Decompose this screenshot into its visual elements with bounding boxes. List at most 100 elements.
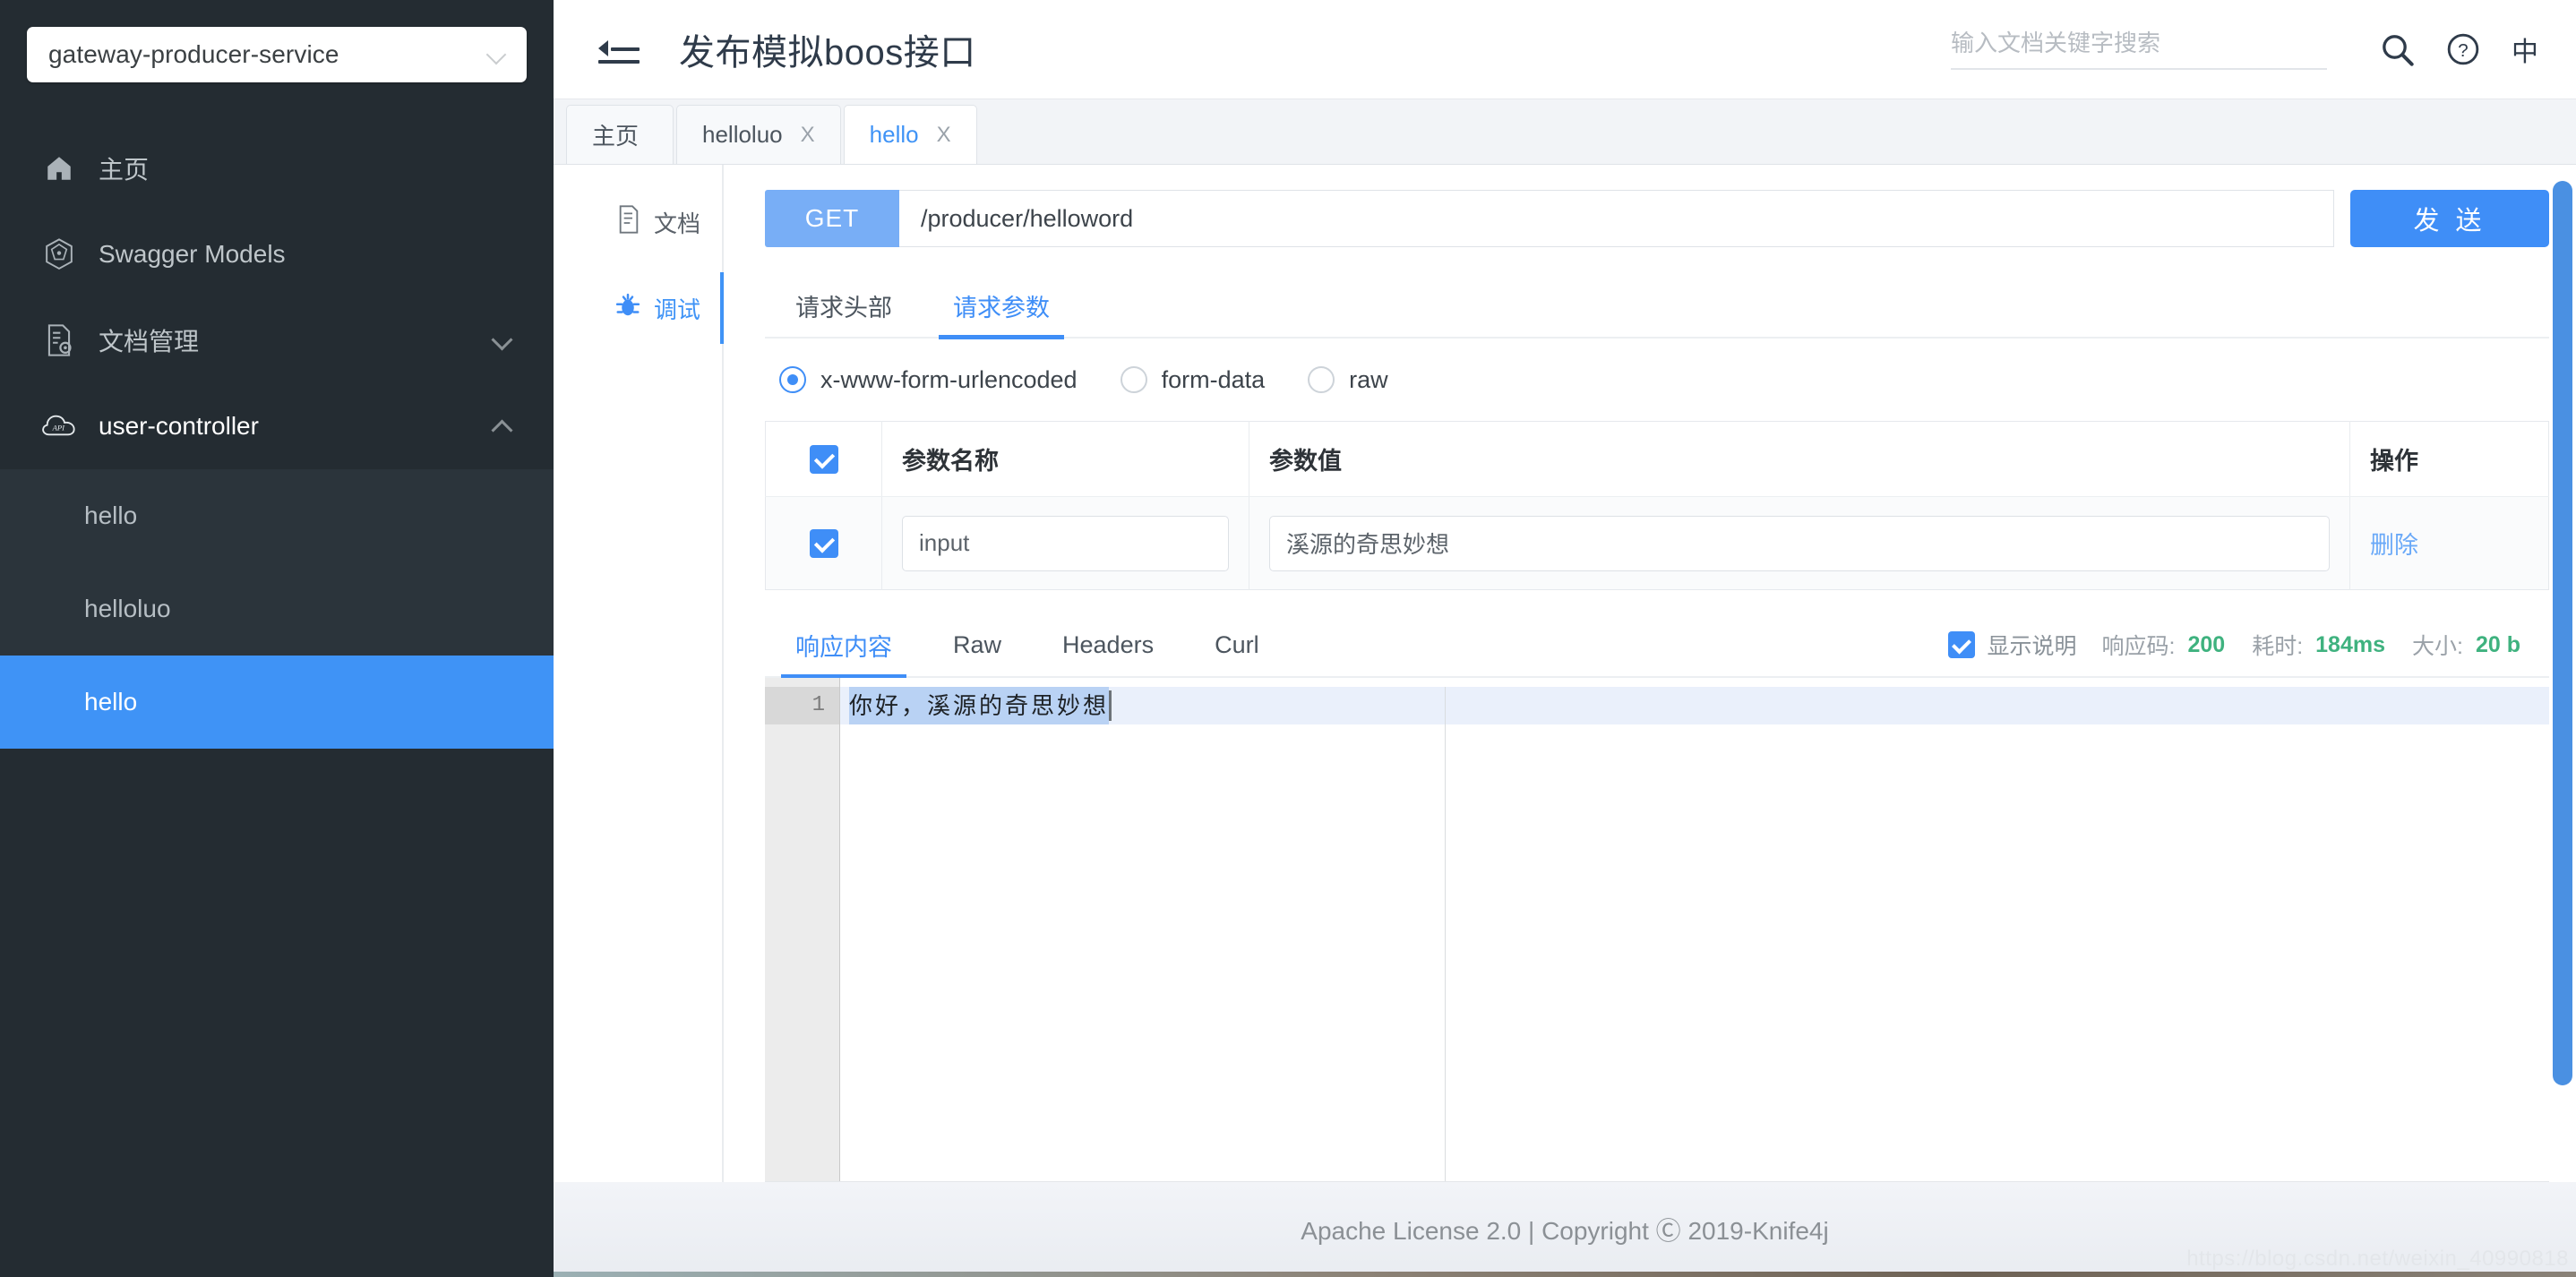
response-size-label: 大小: — [2412, 634, 2463, 659]
sidebar-subnav: hello helloluo hello — [0, 469, 554, 749]
mode-sidebar: 文档 调试 — [554, 165, 724, 1182]
chevron-down-icon — [491, 329, 514, 352]
select-all-checkbox[interactable] — [809, 444, 838, 474]
header-actions: ? 中 — [1951, 21, 2544, 78]
app-root: gateway-producer-service 主页 Swagger Mode… — [0, 0, 2576, 1277]
editor-gutter: 1 — [765, 678, 840, 1181]
tab-label: Curl — [1215, 630, 1259, 658]
show-description-label: 显示说明 — [1987, 634, 2077, 659]
param-value-input[interactable] — [1269, 515, 2330, 571]
sidebar-item-doc-manage[interactable]: 文档管理 — [0, 297, 554, 383]
sidebar-item-doc-manage-label: 文档管理 — [99, 328, 200, 356]
sidebar-subitem-label: helloluo — [84, 595, 171, 622]
tab-label: 响应内容 — [795, 633, 892, 661]
page-scrollbar[interactable] — [2553, 181, 2572, 1171]
sidebar-subitem-hello-2[interactable]: hello — [0, 656, 554, 749]
response-status-bar: 显示说明 响应码: 200 耗时: 184ms 大小: 20 b — [1947, 629, 2549, 661]
delete-param-button[interactable]: 删除 — [2370, 532, 2418, 559]
document-settings-icon — [41, 322, 77, 358]
elapsed-time-label: 耗时: — [2252, 634, 2304, 659]
param-value-cell — [1249, 496, 2350, 590]
tab-label: Headers — [1062, 630, 1155, 658]
tab-label: hello — [869, 121, 919, 148]
document-icon — [616, 204, 641, 240]
tab-response-raw[interactable]: Raw — [923, 613, 1032, 677]
radio-dot-icon — [1120, 366, 1147, 393]
sidebar-subitem-hello-1[interactable]: hello — [0, 469, 554, 562]
footer-text: Apache License 2.0 | Copyright Ⓒ 2019-Kn… — [1301, 1217, 1829, 1245]
line-number: 1 — [765, 687, 839, 724]
chevron-down-icon — [487, 44, 509, 65]
param-name-input[interactable] — [902, 515, 1229, 571]
mode-item-document[interactable]: 文档 — [554, 179, 722, 265]
close-icon[interactable]: X — [937, 124, 951, 146]
editor-code-area[interactable]: 你好，溪源的奇思妙想 — [840, 678, 2549, 1181]
mode-item-debug[interactable]: 调试 — [554, 265, 724, 351]
request-url-input[interactable] — [899, 190, 2334, 247]
send-button[interactable]: 发 送 — [2350, 190, 2549, 247]
tab-label: 请求头部 — [795, 294, 892, 321]
swagger-models-icon — [41, 236, 77, 272]
debug-panel: GET 发 送 请求头部 请求参数 x — [724, 165, 2576, 1182]
radio-raw[interactable]: raw — [1308, 366, 1388, 394]
elapsed-time-value: 184ms — [2315, 631, 2386, 657]
sidebar-subitem-label: hello — [84, 501, 138, 529]
chevron-up-icon — [491, 415, 514, 438]
close-icon[interactable]: X — [801, 124, 815, 146]
column-header-value: 参数值 — [1249, 421, 2350, 497]
tab-request-params[interactable]: 请求参数 — [923, 273, 1080, 339]
sidebar-item-home[interactable]: 主页 — [0, 125, 554, 211]
search-icon[interactable] — [2368, 21, 2426, 78]
left-sidebar: gateway-producer-service 主页 Swagger Mode… — [0, 0, 554, 1277]
svg-text:API: API — [52, 423, 66, 432]
tab-helloluo[interactable]: helloluo X — [676, 105, 841, 164]
radio-form-data[interactable]: form-data — [1120, 366, 1265, 394]
service-selector[interactable]: gateway-producer-service — [27, 27, 527, 82]
radio-x-www-form-urlencoded[interactable]: x-www-form-urlencoded — [779, 366, 1078, 394]
language-toggle[interactable]: 中 — [2512, 30, 2538, 69]
window-bottom-edge — [554, 1272, 2576, 1277]
status-code-label: 响应码: — [2101, 634, 2176, 659]
param-name-cell — [881, 496, 1249, 590]
tab-request-headers[interactable]: 请求头部 — [765, 273, 923, 338]
response-body-text: 你好，溪源的奇思妙想 — [849, 687, 1110, 724]
collapse-menu-icon[interactable] — [598, 31, 640, 67]
table-header-row: 参数名称 参数值 操作 — [765, 421, 2549, 497]
scrollbar-thumb[interactable] — [2553, 181, 2572, 1085]
api-cloud-icon: API — [41, 408, 77, 444]
request-url-row: GET 发 送 — [765, 190, 2549, 247]
sidebar-item-swagger-models[interactable]: Swagger Models — [0, 211, 554, 297]
param-action-cell: 删除 — [2349, 496, 2549, 590]
search-input[interactable] — [1951, 29, 2327, 57]
sidebar-item-user-controller-label: user-controller — [99, 412, 259, 440]
table-row: 删除 — [765, 496, 2549, 590]
code-line: 你好，溪源的奇思妙想 — [840, 687, 2549, 724]
tab-label: 主页 — [592, 123, 640, 150]
response-editor[interactable]: 1 你好，溪源的奇思妙想 — [765, 678, 2549, 1182]
tab-strip: 主页 helloluo X hello X — [554, 99, 2576, 165]
sidebar-nav: 主页 Swagger Models 文档管理 API user-controll… — [0, 125, 554, 749]
sidebar-subitem-helloluo[interactable]: helloluo — [0, 562, 554, 656]
mode-item-label: 调试 — [653, 296, 700, 323]
tab-response-headers[interactable]: Headers — [1032, 613, 1184, 677]
radio-label: x-www-form-urlencoded — [820, 365, 1078, 393]
sidebar-item-user-controller[interactable]: API user-controller — [0, 383, 554, 469]
tab-home[interactable]: 主页 — [566, 105, 674, 164]
tab-response-curl[interactable]: Curl — [1184, 613, 1290, 677]
question-circle-icon[interactable]: ? — [2434, 21, 2492, 78]
response-size-value: 20 b — [2475, 631, 2520, 657]
select-all-cell — [765, 421, 882, 497]
params-table: 参数名称 参数值 操作 input 溪源的奇思妙想 删除 — [765, 421, 2549, 590]
tab-response-body[interactable]: 响应内容 — [765, 613, 923, 679]
row-checkbox[interactable] — [809, 528, 838, 558]
show-description-checkbox[interactable] — [1947, 631, 1975, 658]
tab-label: helloluo — [702, 121, 783, 148]
svg-text:?: ? — [2458, 40, 2468, 61]
request-tabs: 请求头部 请求参数 — [765, 274, 2549, 339]
row-select-cell — [765, 496, 882, 590]
content-body: 文档 调试 GET /producer/helloword 发 送 请求头部 请… — [554, 165, 2576, 1182]
sidebar-subitem-label: hello — [84, 688, 138, 716]
tab-hello[interactable]: hello X — [843, 105, 977, 164]
http-method-badge[interactable]: GET — [765, 190, 899, 247]
search-box[interactable] — [1951, 29, 2327, 70]
